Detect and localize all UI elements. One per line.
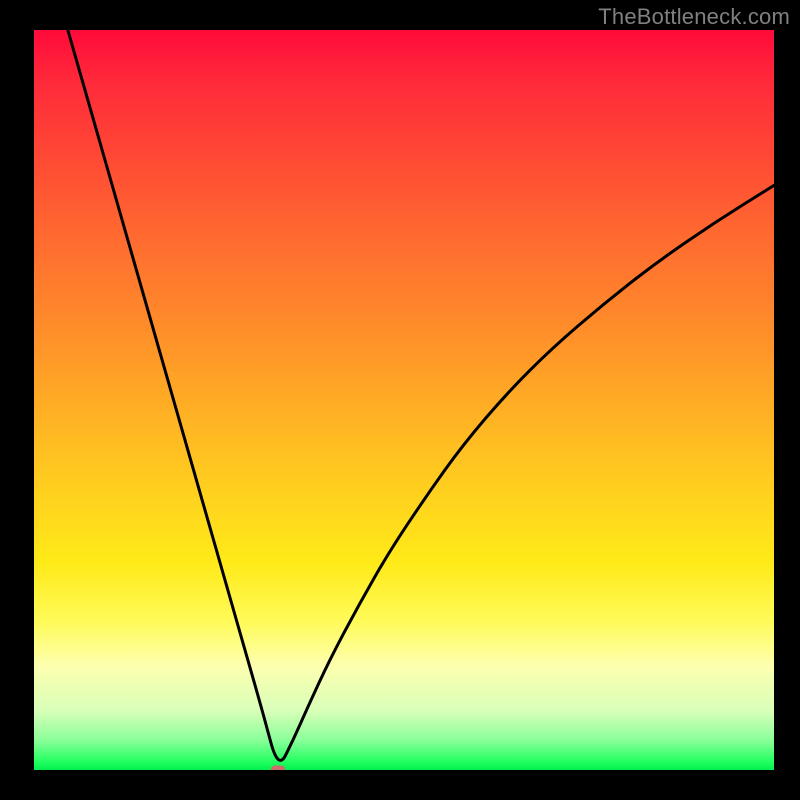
plot-area <box>34 30 774 770</box>
bottleneck-curve <box>34 30 774 770</box>
chart-frame: TheBottleneck.com <box>0 0 800 800</box>
minimum-marker-icon <box>271 766 285 771</box>
watermark-label: TheBottleneck.com <box>598 4 790 30</box>
